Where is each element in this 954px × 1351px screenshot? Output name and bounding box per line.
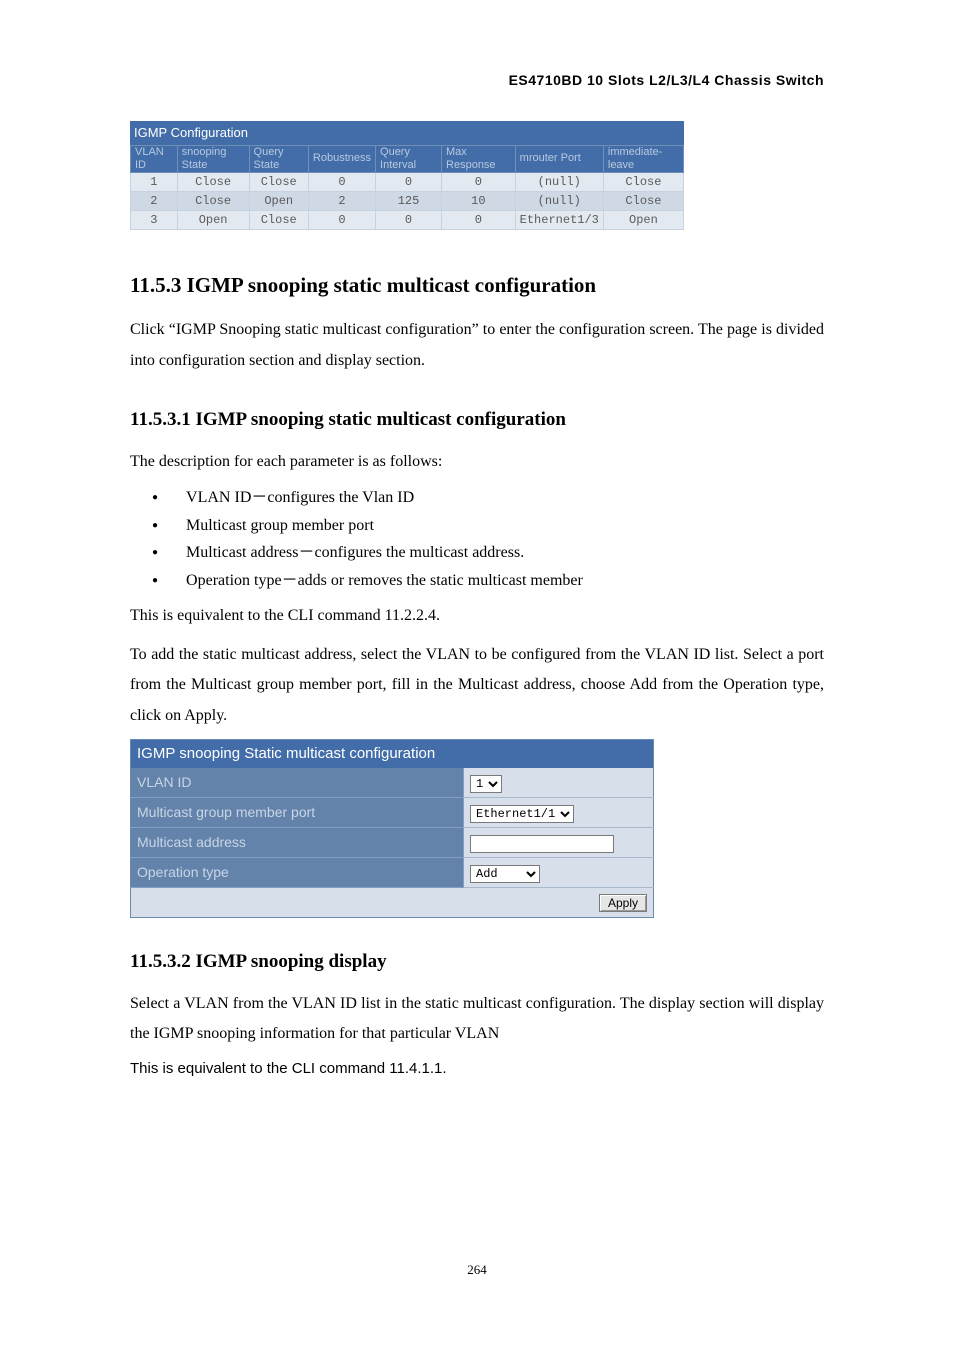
label-member-port: Multicast group member port — [131, 798, 464, 828]
th-robustness: Robustness — [308, 145, 375, 172]
igmp-config-caption: IGMP Configuration — [130, 121, 684, 145]
page-header: ES4710BD 10 Slots L2/L3/L4 Chassis Switc… — [130, 70, 824, 91]
vlan-id-select[interactable]: 1 — [470, 775, 502, 793]
list-item: Multicast address－configures the multica… — [130, 540, 824, 566]
table-row: 2 Close Open 2 125 10 (null) Close — [131, 191, 684, 210]
static-conf-caption: IGMP snooping Static multicast configura… — [131, 739, 654, 768]
para-equiv-11531: This is equivalent to the CLI command 11… — [130, 601, 824, 631]
table-row: 3 Open Close 0 0 0 Ethernet1/3 Open — [131, 210, 684, 229]
member-port-select[interactable]: Ethernet1/1 — [470, 805, 574, 823]
apply-button[interactable]: Apply — [599, 894, 647, 912]
para-howto-11531: To add the static multicast address, sel… — [130, 640, 824, 731]
list-item: Multicast group member port — [130, 513, 824, 539]
parameter-list: VLAN ID－configures the Vlan ID Multicast… — [130, 485, 824, 593]
th-vlan-id: VLAN ID — [131, 145, 178, 172]
igmp-configuration-table: IGMP Configuration VLAN ID snooping Stat… — [130, 121, 684, 230]
th-query-interval: Query Interval — [376, 145, 442, 172]
page-number: 264 — [130, 1260, 824, 1280]
th-snooping-state: snooping State — [177, 145, 249, 172]
para-11532: Select a VLAN from the VLAN ID list in t… — [130, 989, 824, 1050]
heading-11-5-3: 11.5.3 IGMP snooping static multicast co… — [130, 270, 824, 302]
para-intro-11531: The description for each parameter is as… — [130, 447, 824, 477]
multicast-address-input[interactable] — [470, 835, 614, 853]
label-operation-type: Operation type — [131, 858, 464, 888]
static-multicast-config-panel: IGMP snooping Static multicast configura… — [130, 739, 654, 919]
heading-11-5-3-2: 11.5.3.2 IGMP snooping display — [130, 948, 824, 977]
th-max-response: Max Response — [442, 145, 516, 172]
label-vlan-id: VLAN ID — [131, 768, 464, 798]
th-immediate-leave: immediate-leave — [603, 145, 683, 172]
list-item: VLAN ID－configures the Vlan ID — [130, 485, 824, 511]
heading-11-5-3-1: 11.5.3.1 IGMP snooping static multicast … — [130, 406, 824, 435]
label-multicast-address: Multicast address — [131, 828, 464, 858]
para-11-5-3: Click “IGMP Snooping static multicast co… — [130, 315, 824, 376]
list-item: Operation type－adds or removes the stati… — [130, 568, 824, 594]
operation-type-select[interactable]: Add — [470, 865, 540, 883]
th-mrouter-port: mrouter Port — [515, 145, 603, 172]
para-equiv-11532: This is equivalent to the CLI command 11… — [130, 1058, 824, 1081]
th-query-state: Query State — [249, 145, 308, 172]
table-row: 1 Close Close 0 0 0 (null) Close — [131, 172, 684, 191]
